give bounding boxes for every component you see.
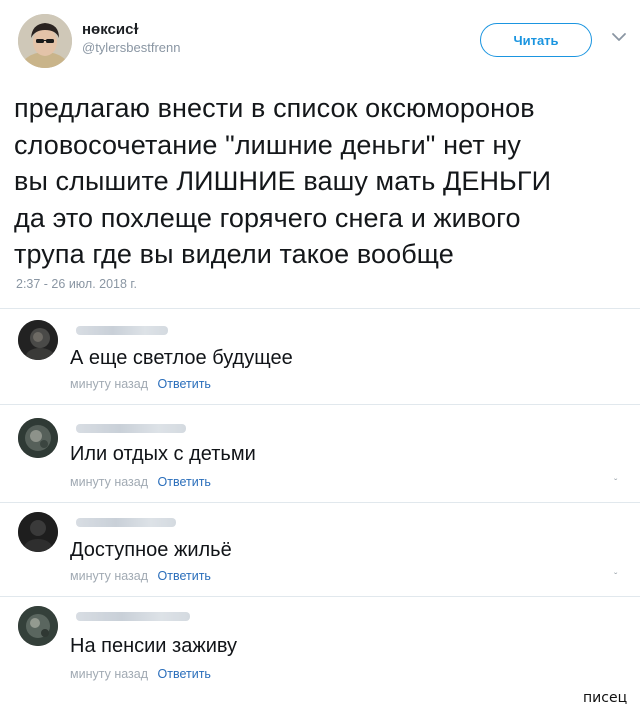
reply-time: минуту назад [70,475,149,489]
user-avatar-icon [18,606,58,646]
reply-item: А еще светлое будущее минуту назад Ответ… [0,312,640,404]
reply-meta: минуту назад Ответить [70,474,211,490]
reply-item: На пенсии заживу минуту назад Ответить [0,598,640,690]
reply-time: минуту назад [70,377,149,391]
more-icon[interactable]: ˇ [614,572,617,583]
reply-text: Доступное жильё [70,539,232,561]
author-handle[interactable]: @tylersbestfrenn [82,39,180,57]
divider [0,502,640,503]
user-avatar-icon [18,418,58,458]
more-icon[interactable]: ˇ [614,478,617,489]
reply-author-blurred [76,326,168,335]
reply-author-blurred [76,424,186,433]
reply-author-blurred [76,612,190,621]
divider [0,596,640,597]
divider [0,404,640,405]
reply-meta: минуту назад Ответить [70,666,211,682]
reply-item: Или отдых с детьми минуту назад Ответить… [0,406,640,498]
tweet-header: нөксисɫ @tylersbestfrenn Читать [18,14,628,80]
reply-author-blurred [76,518,176,527]
reply-time: минуту назад [70,667,149,681]
reply-button[interactable]: Ответить [158,475,211,489]
reply-text: На пенсии заживу [70,635,238,657]
reply-avatar[interactable] [18,606,58,646]
reply-avatar[interactable] [18,418,58,458]
reply-avatar[interactable] [18,320,58,360]
reply-avatar[interactable] [18,512,58,552]
reply-button[interactable]: Ответить [158,377,211,391]
user-avatar-icon [18,320,58,360]
reply-button[interactable]: Ответить [158,569,211,583]
tweet-text: предлагаю внести в список оксюморонов сл… [14,93,552,269]
author-avatar[interactable] [18,14,72,68]
reply-button[interactable]: Ответить [158,667,211,681]
reply-meta: минуту назад Ответить [70,568,211,584]
user-avatar-icon [18,14,72,68]
chevron-down-icon[interactable] [608,26,630,48]
follow-button[interactable]: Читать [480,23,592,57]
tweet-timestamp[interactable]: 2:37 - 26 июл. 2018 г. [16,277,137,291]
watermark: писец [583,690,628,706]
author-info: нөксисɫ @tylersbestfrenn [82,21,180,57]
reply-time: минуту назад [70,569,149,583]
divider [0,308,640,309]
reply-item: Доступное жильё минуту назад Ответить ˇ [0,504,640,596]
reply-text: Или отдых с детьми [70,443,256,465]
author-display-name[interactable]: нөксисɫ [82,21,180,39]
reply-meta: минуту назад Ответить [70,376,211,392]
user-avatar-icon [18,512,58,552]
reply-text: А еще светлое будущее [70,347,293,369]
